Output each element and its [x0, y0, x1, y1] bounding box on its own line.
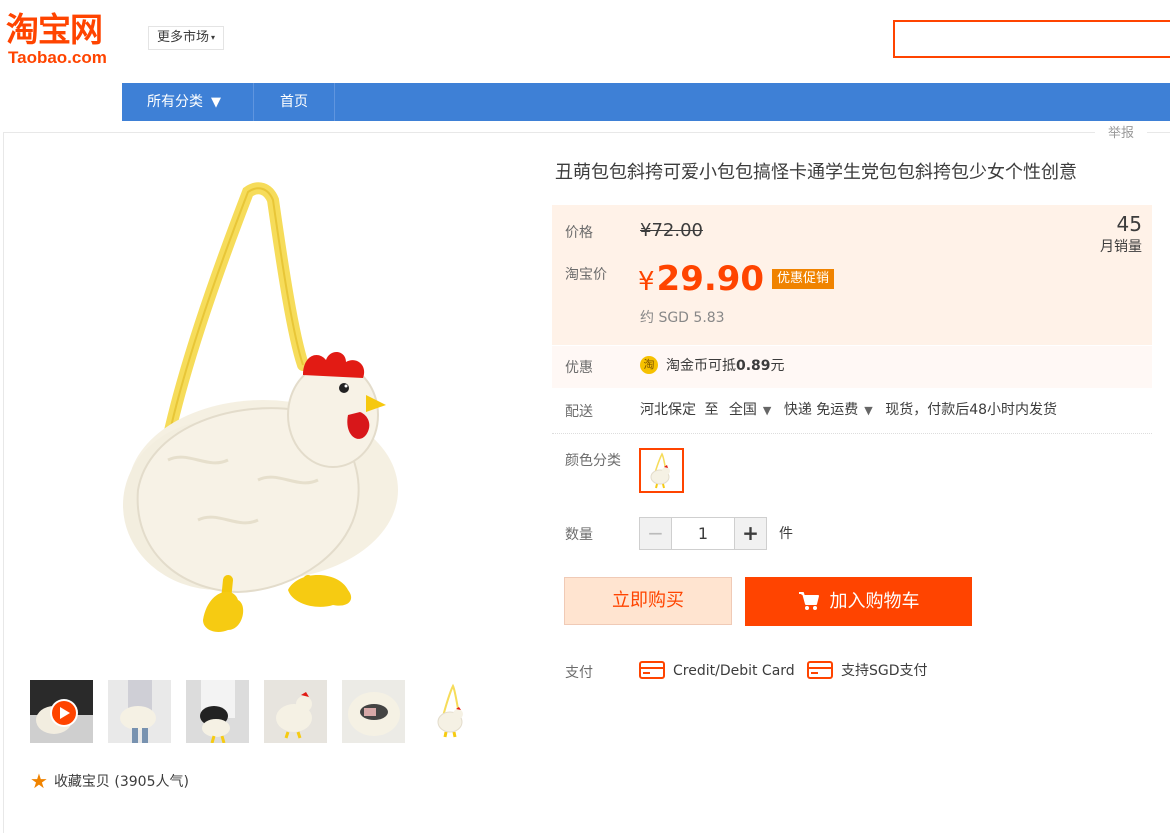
dropdown-arrow-icon: ▼	[762, 404, 772, 417]
promo-tag[interactable]: 优惠促销	[772, 269, 835, 289]
all-categories-menu[interactable]: 所有分类 ▼	[122, 83, 252, 121]
dropdown-arrow-icon: ▼	[211, 95, 221, 110]
quantity-input[interactable]: 1	[672, 517, 734, 550]
promo-price: ¥29.90	[638, 257, 764, 308]
taobao-price-label: 淘宝价	[565, 267, 607, 283]
chicken-bag-image	[650, 452, 670, 489]
coin-text-prefix: 淘金币可抵	[666, 358, 736, 374]
more-markets-dropdown[interactable]: 更多市场 ▾	[148, 26, 225, 50]
monthly-sales: 45 月销量	[1092, 211, 1142, 257]
taobao-logo[interactable]: 淘宝网 Taobao.com	[6, 10, 126, 67]
quantity-plus-button[interactable]: +	[734, 517, 767, 550]
color-label: 颜色分类	[565, 453, 621, 469]
monthly-sales-count: 45	[1116, 212, 1142, 236]
payment-label: 支付	[565, 665, 593, 681]
shipping-label: 配送	[565, 404, 593, 420]
category-nav-bar: 所有分类 ▼ 首页	[122, 83, 1170, 121]
quantity-label: 数量	[565, 527, 593, 543]
thumbnail-2[interactable]	[108, 680, 171, 743]
thumbnail-6-selected[interactable]	[420, 680, 483, 743]
chevron-down-icon: ▾	[211, 33, 216, 42]
card-icon	[807, 661, 833, 679]
coin-text-suffix: 元	[770, 358, 785, 374]
buy-now-button[interactable]: 立即购买	[564, 577, 732, 625]
ship-from: 河北保定	[640, 402, 696, 418]
pay-option-1: Credit/Debit Card	[673, 663, 795, 679]
report-link[interactable]: 举报	[1095, 124, 1148, 144]
logo-en: Taobao.com	[8, 48, 107, 67]
cart-icon	[798, 592, 819, 610]
monthly-sales-label: 月销量	[1100, 239, 1142, 255]
add-to-cart-label: 加入购物车	[829, 591, 920, 612]
pay-option-card: Credit/Debit Card	[639, 660, 795, 682]
ship-method-dropdown[interactable]: 快递 免运费 ▼	[784, 402, 881, 418]
search-input[interactable]	[893, 20, 1170, 58]
thumbnail-video[interactable]	[30, 680, 93, 743]
nav-home-link[interactable]: 首页	[253, 83, 335, 121]
quantity-minus-button[interactable]: −	[639, 517, 672, 550]
logo-cn: 淘宝网	[6, 10, 103, 49]
quantity-unit: 件	[779, 526, 793, 542]
coin-discount-text: 淘金币可抵0.89元	[666, 356, 785, 376]
favorite-text: 收藏宝贝 (3905人气)	[53, 774, 189, 790]
price-label: 价格	[565, 225, 593, 241]
thumbnail-5[interactable]	[342, 680, 405, 743]
coin-amount: 0.89	[736, 358, 771, 374]
divider	[552, 433, 1152, 434]
ship-region-dropdown[interactable]: 全国 ▼	[729, 402, 779, 418]
add-to-cart-button[interactable]: 加入购物车	[745, 577, 972, 626]
ship-method: 快递 免运费	[783, 402, 859, 418]
price-value: 29.90	[656, 259, 765, 299]
star-icon: ★	[30, 769, 48, 793]
ship-note: 现货，付款后48小时内发货	[885, 402, 1058, 418]
coin-icon: 淘	[640, 356, 658, 374]
dropdown-arrow-icon: ▼	[864, 404, 873, 417]
more-markets-label: 更多市场	[157, 30, 210, 45]
all-categories-label: 所有分类	[147, 94, 203, 110]
favorite-button[interactable]: ★ 收藏宝贝 (3905人气)	[30, 770, 189, 793]
discount-label: 优惠	[565, 360, 593, 376]
chicken-bag-image	[123, 182, 398, 632]
thumbnail-4[interactable]	[264, 680, 327, 743]
original-price: ¥72.00	[640, 220, 703, 241]
sgd-price: 约 SGD 5.83	[640, 310, 725, 326]
thumbnail-3[interactable]	[186, 680, 249, 743]
product-title: 丑萌包包斜挎可爱小包包搞怪卡通学生党包包斜挎包少女个性创意	[555, 162, 1077, 183]
product-main-image[interactable]	[108, 160, 398, 650]
ship-region: 全国	[728, 402, 757, 418]
color-swatch-selected[interactable]	[639, 448, 684, 493]
currency-symbol: ¥	[638, 267, 655, 297]
ship-to-word: 至	[704, 402, 719, 418]
pay-option-sgd: 支持SGD支付	[807, 660, 928, 682]
shipping-info: 河北保定 至 全国 ▼ 快递 免运费 ▼ 现货，付款后48小时内发货	[640, 400, 1057, 421]
pay-option-2: 支持SGD支付	[841, 663, 928, 679]
card-icon	[639, 661, 665, 679]
